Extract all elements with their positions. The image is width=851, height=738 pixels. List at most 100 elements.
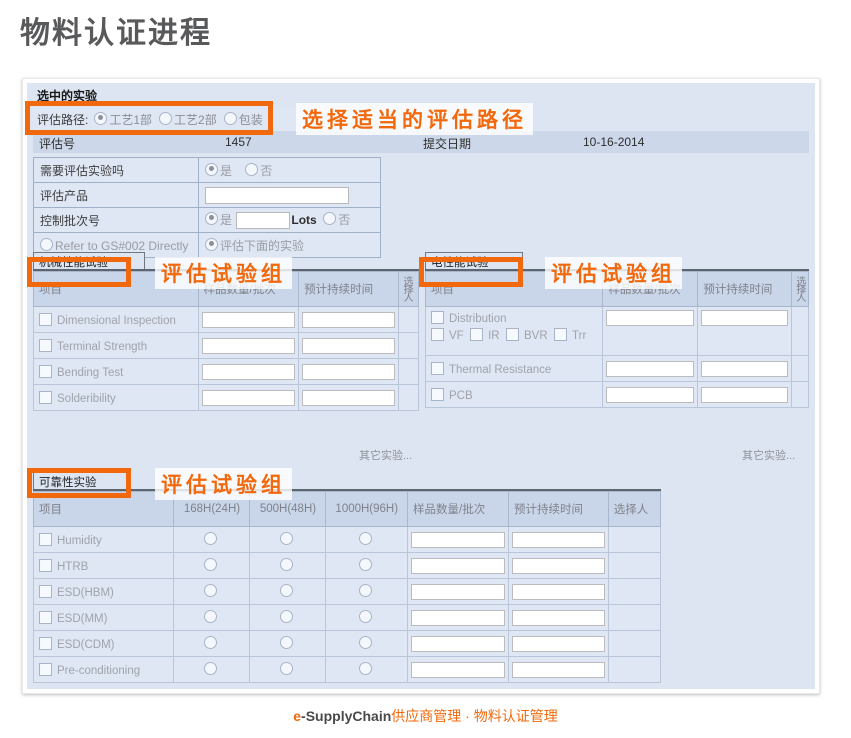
mech-selector-cell[interactable] [398,384,419,411]
control-lot-no[interactable]: 否 [323,211,350,227]
radio-icon[interactable] [359,558,373,571]
elec-selector-cell[interactable] [790,355,810,382]
elec-duration-input[interactable] [701,386,788,403]
reli-168h-cell[interactable] [173,656,251,683]
checkbox-icon[interactable] [505,328,519,341]
eval-path-option-process1[interactable]: 工艺1部 [94,111,152,128]
radio-icon[interactable] [280,532,294,545]
mech-row-label[interactable]: Solderibility [33,384,199,411]
reli-1000h-cell[interactable] [325,630,409,657]
reli-168h-cell[interactable] [173,552,251,579]
reli-row-label[interactable]: Pre-conditioning [32,656,175,683]
radio-icon[interactable] [359,662,373,675]
reli-500h-cell[interactable] [249,630,327,657]
reli-duration-input[interactable] [511,557,605,574]
mech-qty-input[interactable] [201,311,296,328]
reli-qty-input[interactable] [411,583,505,600]
elec-duration-input[interactable] [701,310,788,326]
reli-duration-input[interactable] [511,661,605,678]
radio-icon[interactable] [280,662,294,675]
eval-below-option[interactable]: 评估下面的实验 [198,232,381,258]
reli-row-label[interactable]: ESD(HBM) [32,578,175,605]
elec-selector-cell[interactable] [790,381,810,408]
reli-1000h-cell[interactable] [325,604,409,631]
checkbox-icon[interactable] [39,532,52,546]
radio-icon[interactable] [204,662,218,675]
radio-icon[interactable] [204,558,218,571]
mech-selector-cell[interactable] [398,358,419,385]
checkbox-icon[interactable] [470,328,484,341]
mech-selector-cell[interactable] [398,306,419,333]
checkbox-icon[interactable] [554,328,568,341]
control-lot-yes[interactable]: 是 [205,211,232,227]
reli-qty-input[interactable] [411,635,505,652]
elec-row-label[interactable]: PCB [424,381,604,408]
reliability-group-tab[interactable]: 可靠性实验 [33,472,127,489]
radio-icon[interactable] [280,636,294,649]
elec-row-distribution[interactable]: Distribution VF IR BVR Trr [424,306,604,356]
mech-qty-input[interactable] [201,337,296,354]
mech-duration-input[interactable] [302,311,396,328]
elec-row-label[interactable]: Thermal Resistance [424,355,604,382]
radio-icon[interactable] [280,558,294,571]
elec-qty-input[interactable] [606,386,695,403]
reli-selector-cell[interactable] [607,656,662,683]
reli-row-label[interactable]: Humidity [32,526,175,553]
need-eval-yes[interactable]: 是 [205,162,232,178]
mech-duration-input[interactable] [302,389,396,406]
radio-icon[interactable] [204,610,218,623]
mech-row-label[interactable]: Dimensional Inspection [33,306,199,333]
reli-selector-cell[interactable] [607,604,662,631]
radio-icon[interactable] [280,610,294,623]
checkbox-icon[interactable] [39,390,52,404]
radio-icon[interactable] [94,111,108,125]
reli-500h-cell[interactable] [249,604,327,631]
reli-duration-input[interactable] [511,635,605,652]
radio-icon[interactable] [359,610,373,623]
reli-row-label[interactable]: HTRB [32,552,175,579]
elec-selector-cell[interactable] [790,306,810,356]
need-eval-no[interactable]: 否 [245,162,272,178]
mech-qty-input[interactable] [201,363,296,380]
reli-1000h-cell[interactable] [325,552,409,579]
mech-selector-cell[interactable] [398,332,419,359]
reli-1000h-cell[interactable] [325,578,409,605]
reli-selector-cell[interactable] [607,552,662,579]
checkbox-icon[interactable] [39,662,52,676]
radio-icon[interactable] [205,237,218,251]
checkbox-icon[interactable] [431,311,444,324]
reli-row-label[interactable]: ESD(CDM) [32,630,175,657]
radio-icon[interactable] [280,584,294,597]
checkbox-icon[interactable] [39,364,52,378]
reli-1000h-cell[interactable] [325,526,409,553]
reli-1000h-cell[interactable] [325,656,409,683]
mech-duration-input[interactable] [302,337,396,354]
checkbox-icon[interactable] [39,610,52,624]
reli-500h-cell[interactable] [249,552,327,579]
radio-icon[interactable] [204,636,218,649]
checkbox-icon[interactable] [39,584,52,598]
radio-icon[interactable] [204,584,218,597]
mech-duration-input[interactable] [302,363,396,380]
radio-icon[interactable] [205,211,218,225]
mech-row-label[interactable]: Bending Test [33,358,199,385]
control-lot-count-input[interactable] [236,212,291,230]
reli-duration-input[interactable] [511,531,605,548]
reli-qty-input[interactable] [411,609,505,626]
reli-168h-cell[interactable] [173,526,251,553]
eval-path-option-process2[interactable]: 工艺2部 [159,111,217,128]
elec-duration-input[interactable] [701,360,788,377]
reli-168h-cell[interactable] [173,604,251,631]
reli-qty-input[interactable] [411,557,505,574]
radio-icon[interactable] [204,532,218,545]
radio-icon[interactable] [223,111,237,125]
electrical-more-tests-link[interactable]: 其它实验... [742,447,795,463]
checkbox-icon[interactable] [431,361,444,375]
reli-selector-cell[interactable] [607,578,662,605]
reli-duration-input[interactable] [511,609,605,626]
checkbox-icon[interactable] [431,328,444,341]
mech-qty-input[interactable] [201,389,296,406]
checkbox-icon[interactable] [39,558,52,572]
checkbox-icon[interactable] [39,338,52,352]
reli-row-label[interactable]: ESD(MM) [32,604,175,631]
